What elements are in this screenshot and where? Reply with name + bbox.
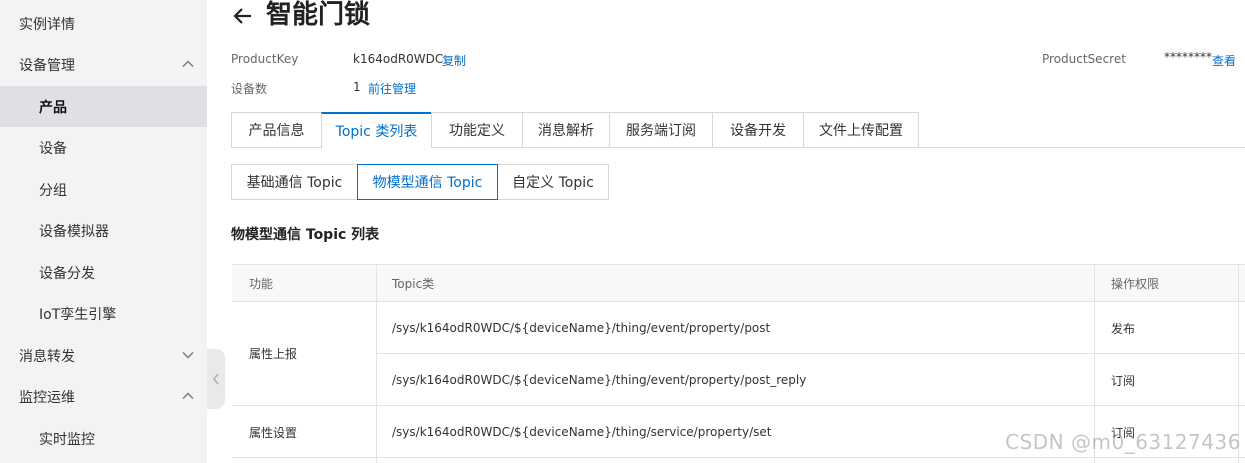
table-cell-permission: 订阅 [1111, 373, 1136, 388]
sidebar-item-iot-twin-engine[interactable]: IoT孪生引擎 [0, 293, 207, 334]
tab-topic-list[interactable]: Topic 类列表 [321, 112, 431, 149]
section-title: 物模型通信 Topic 列表 [231, 227, 380, 243]
main-content: 智能门锁 ProductKey k164odR0WDC 复制 设备数 1 前往管… [207, 0, 1245, 463]
tab-function-definition[interactable]: 功能定义 [431, 112, 522, 148]
table-cell-topic: /sys/k164odR0WDC/${deviceName}/thing/ser… [392, 425, 772, 439]
sidebar-item-device-distribution[interactable]: 设备分发 [0, 252, 207, 293]
table-cell-permission: 发布 [1111, 321, 1136, 336]
table-cell-function: 属性上报 [249, 347, 298, 361]
sidebar-item-label: 设备分发 [39, 265, 95, 282]
tab-file-upload-config[interactable]: 文件上传配置 [803, 112, 919, 148]
sidebar-item-label: 实时监控 [39, 431, 95, 448]
sidebar-item-label: 产品 [39, 99, 67, 116]
product-key-value: k164odR0WDC [353, 52, 444, 66]
sidebar-item-label: 设备模拟器 [39, 223, 109, 240]
topic-subtabs: 基础通信 Topic 物模型通信 Topic 自定义 Topic [231, 164, 609, 200]
sidebar-item-instance-details[interactable]: 实例详情 [0, 3, 207, 44]
sidebar-item-label: 设备管理 [19, 57, 75, 74]
sidebar-item-label: 设备 [39, 140, 67, 157]
product-secret-label: ProductSecret [1042, 52, 1126, 66]
table-cell-function: 属性设置 [249, 425, 298, 440]
product-key-label: ProductKey [231, 52, 299, 66]
sidebar-item-realtime-monitoring[interactable]: 实时监控 [0, 418, 207, 459]
device-count-label: 设备数 [231, 82, 268, 96]
sidebar-item-group[interactable]: 分组 [0, 169, 207, 210]
subtab-basic-topic[interactable]: 基础通信 Topic [231, 164, 358, 200]
chevron-up-icon [182, 60, 194, 67]
sidebar: 实例详情 设备管理 产品 设备 分组 设备模拟器 设备分发 IoT孪生引擎 消息… [0, 0, 207, 463]
chevron-up-icon [182, 392, 194, 399]
tab-message-parsing[interactable]: 消息解析 [522, 112, 609, 148]
sidebar-item-label: 消息转发 [19, 348, 75, 365]
subtab-custom-topic[interactable]: 自定义 Topic [497, 164, 609, 200]
copy-link[interactable]: 复制 [442, 52, 466, 69]
tab-device-development[interactable]: 设备开发 [712, 112, 803, 148]
device-count-value: 1 [353, 80, 361, 94]
sidebar-item-label: 分组 [39, 182, 67, 199]
view-secret-link[interactable]: 查看 [1212, 52, 1236, 69]
sidebar-item-label: IoT孪生引擎 [39, 306, 117, 323]
sidebar-item-device-simulator[interactable]: 设备模拟器 [0, 210, 207, 251]
column-header-function: 功能 [249, 276, 274, 291]
column-header-permission: 操作权限 [1111, 276, 1160, 291]
table-cell-topic: /sys/k164odR0WDC/${deviceName}/thing/eve… [392, 321, 771, 335]
sidebar-item-message-forwarding[interactable]: 消息转发 [0, 335, 207, 376]
tab-server-subscription[interactable]: 服务端订阅 [609, 112, 712, 148]
table-cell-topic: /sys/k164odR0WDC/${deviceName}/thing/eve… [392, 373, 807, 387]
sidebar-item-monitoring-ops[interactable]: 监控运维 [0, 376, 207, 417]
chevron-down-icon [182, 352, 194, 359]
sidebar-item-product[interactable]: 产品 [0, 86, 207, 127]
subtab-tsl-topic[interactable]: 物模型通信 Topic [357, 164, 498, 200]
column-header-topic: Topic类 [392, 276, 435, 291]
manage-link[interactable]: 前往管理 [368, 80, 416, 97]
column-divider [376, 264, 377, 463]
tab-product-info[interactable]: 产品信息 [231, 112, 321, 148]
sidebar-item-label: 监控运维 [19, 389, 75, 406]
watermark: CSDN @m0_63127436 [1005, 430, 1241, 454]
product-secret-value: ******** [1164, 50, 1212, 64]
back-arrow-icon[interactable] [231, 4, 255, 28]
sidebar-item-device-management[interactable]: 设备管理 [0, 44, 207, 85]
sidebar-item-label: 实例详情 [19, 16, 75, 33]
sidebar-item-device[interactable]: 设备 [0, 127, 207, 168]
page-title: 智能门锁 [266, 0, 371, 30]
main-tabs: 产品信息 Topic 类列表 功能定义 消息解析 服务端订阅 设备开发 文件上传… [231, 112, 919, 149]
